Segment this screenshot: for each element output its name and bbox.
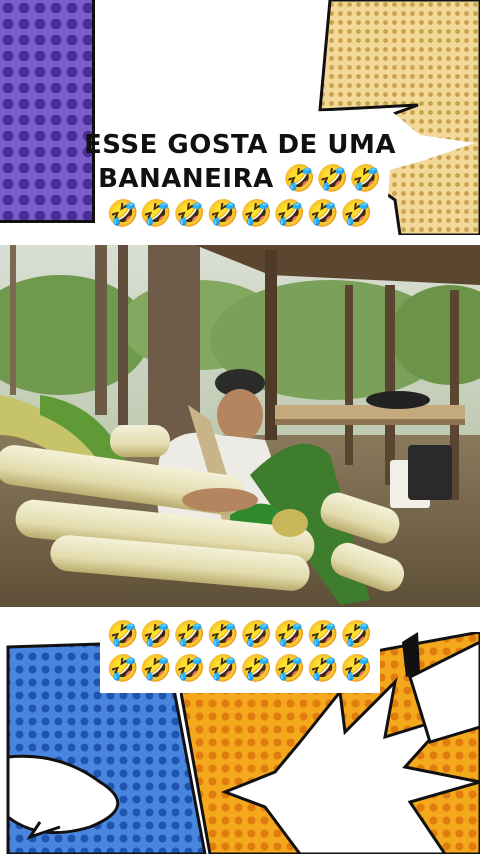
top-comic-panel: ESSE GOSTA DE UMA BANANEIRA 🤣🤣🤣 🤣🤣🤣🤣🤣🤣🤣🤣 [0, 0, 480, 245]
bottom-comic-panel: 🤣🤣🤣🤣🤣🤣🤣🤣 🤣🤣🤣🤣🤣🤣🤣🤣 [0, 607, 480, 854]
caption-line-1: ESSE GOSTA DE UMA [84, 130, 396, 160]
caption-line-2: BANANEIRA 🤣🤣🤣 [98, 164, 382, 194]
emoji-row-2: 🤣🤣🤣🤣🤣🤣🤣🤣 [106, 654, 374, 684]
caption-line-3: 🤣🤣🤣🤣🤣🤣🤣🤣 [106, 199, 374, 229]
video-frame [0, 245, 480, 607]
emoji-row-1: 🤣🤣🤣🤣🤣🤣🤣🤣 [106, 620, 374, 650]
